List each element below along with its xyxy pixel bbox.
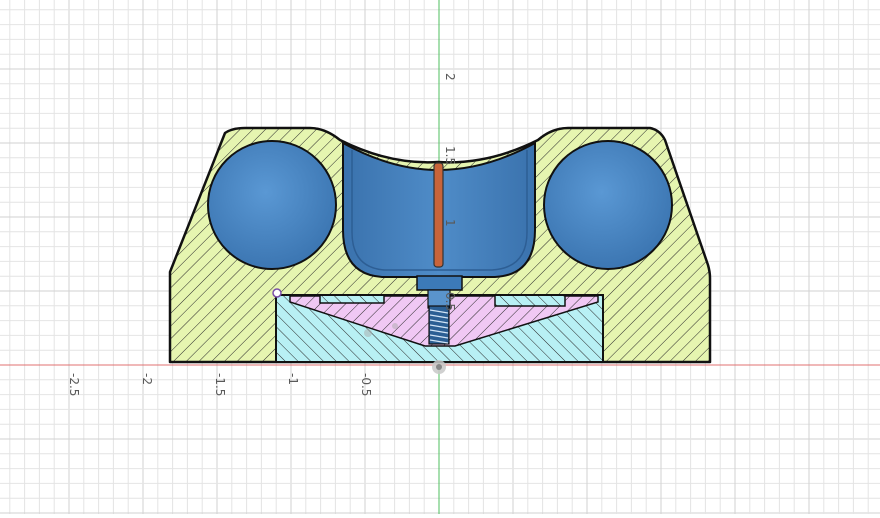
section-view-canvas[interactable]: -2.5 -2 -1.5 -1 -0.5 2 1.5 1 0.5 [0, 0, 880, 514]
y-tick-label: 1 [443, 219, 457, 227]
origin-point-icon[interactable] [432, 360, 446, 374]
right-ball[interactable] [543, 140, 673, 270]
cup-stem[interactable] [416, 275, 463, 291]
y-tick-label: 0.5 [443, 292, 457, 311]
screw-thread[interactable] [428, 305, 450, 345]
y-tick-label: 2 [443, 73, 457, 81]
y-tick-label: 1.5 [443, 146, 457, 165]
x-tick-label: -1 [286, 373, 300, 385]
x-tick-label: -0.5 [359, 373, 373, 396]
cad-viewport[interactable]: -2.5 -2 -1.5 -1 -0.5 2 1.5 1 0.5 [0, 0, 880, 514]
x-tick-label: -2.5 [67, 373, 81, 396]
center-pin[interactable] [433, 162, 444, 268]
left-ball[interactable] [207, 140, 337, 270]
x-tick-label: -2 [140, 373, 154, 385]
sketch-point-icon[interactable] [272, 288, 282, 298]
x-tick-label: -1.5 [213, 373, 227, 396]
